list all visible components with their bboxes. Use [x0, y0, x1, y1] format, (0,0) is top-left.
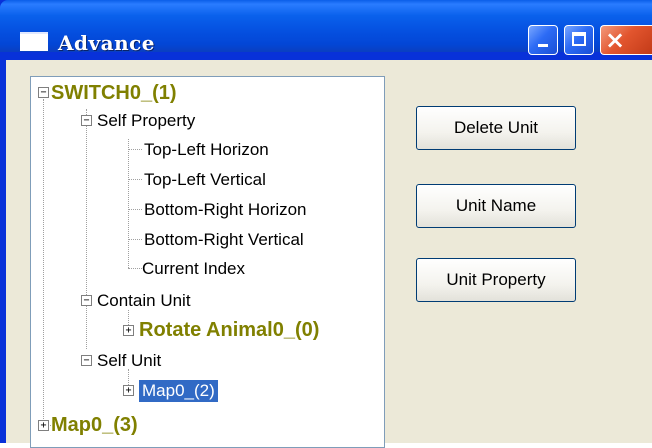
tree-node-map0-root[interactable]: Map0_(3)	[51, 414, 138, 436]
maximize-button[interactable]	[564, 25, 594, 55]
tree-line	[86, 109, 87, 349]
expand-toggle-icon[interactable]: +	[38, 420, 49, 431]
close-icon: ×	[605, 26, 626, 54]
tree-node-property[interactable]: Bottom-Right Vertical	[144, 229, 304, 251]
maximize-icon	[572, 32, 586, 46]
unit-tree-view[interactable]: − SWITCH0_(1) − Self Property Top-Left H…	[30, 76, 385, 448]
window-icon	[20, 32, 48, 51]
title-bar[interactable]: Advance ×	[0, 0, 652, 55]
tree-line	[128, 139, 129, 268]
delete-unit-button[interactable]: Delete Unit	[416, 106, 576, 150]
collapse-toggle-icon[interactable]: −	[38, 87, 49, 98]
minimize-icon	[538, 44, 548, 47]
tree-line	[128, 239, 142, 240]
tree-node-property[interactable]: Bottom-Right Horizon	[144, 199, 307, 221]
close-button[interactable]: ×	[600, 25, 652, 55]
client-area: − SWITCH0_(1) − Self Property Top-Left H…	[6, 60, 652, 448]
tree-line	[128, 149, 142, 150]
unit-property-button[interactable]: Unit Property	[416, 258, 576, 302]
tree-node-map0-selected[interactable]: Map0_(2)	[138, 379, 219, 403]
tree-node-property[interactable]: Top-Left Vertical	[144, 169, 266, 191]
advance-window: Advance × − SWITCH0_(1) − Self Property …	[0, 0, 652, 448]
tree-node-property[interactable]: Current Index	[142, 258, 245, 280]
tree-line	[128, 209, 142, 210]
tree-line	[43, 99, 44, 425]
tree-node-self-property[interactable]: Self Property	[97, 110, 195, 132]
tree-node-switch0[interactable]: SWITCH0_(1)	[51, 82, 177, 104]
tree-node-rotate-animal[interactable]: Rotate Animal0_(0)	[139, 319, 319, 341]
tree-line	[128, 268, 142, 269]
collapse-toggle-icon[interactable]: −	[81, 355, 92, 366]
tree-line	[128, 179, 142, 180]
tree-node-property[interactable]: Top-Left Horizon	[144, 139, 269, 161]
expand-toggle-icon[interactable]: +	[123, 325, 134, 336]
collapse-toggle-icon[interactable]: −	[81, 295, 92, 306]
minimize-button[interactable]	[528, 25, 558, 55]
tree-node-self-unit[interactable]: Self Unit	[97, 350, 161, 372]
expand-toggle-icon[interactable]: +	[123, 385, 134, 396]
unit-name-button[interactable]: Unit Name	[416, 184, 576, 228]
collapse-toggle-icon[interactable]: −	[81, 115, 92, 126]
window-title: Advance	[58, 31, 156, 55]
tree-node-contain-unit[interactable]: Contain Unit	[97, 290, 191, 312]
